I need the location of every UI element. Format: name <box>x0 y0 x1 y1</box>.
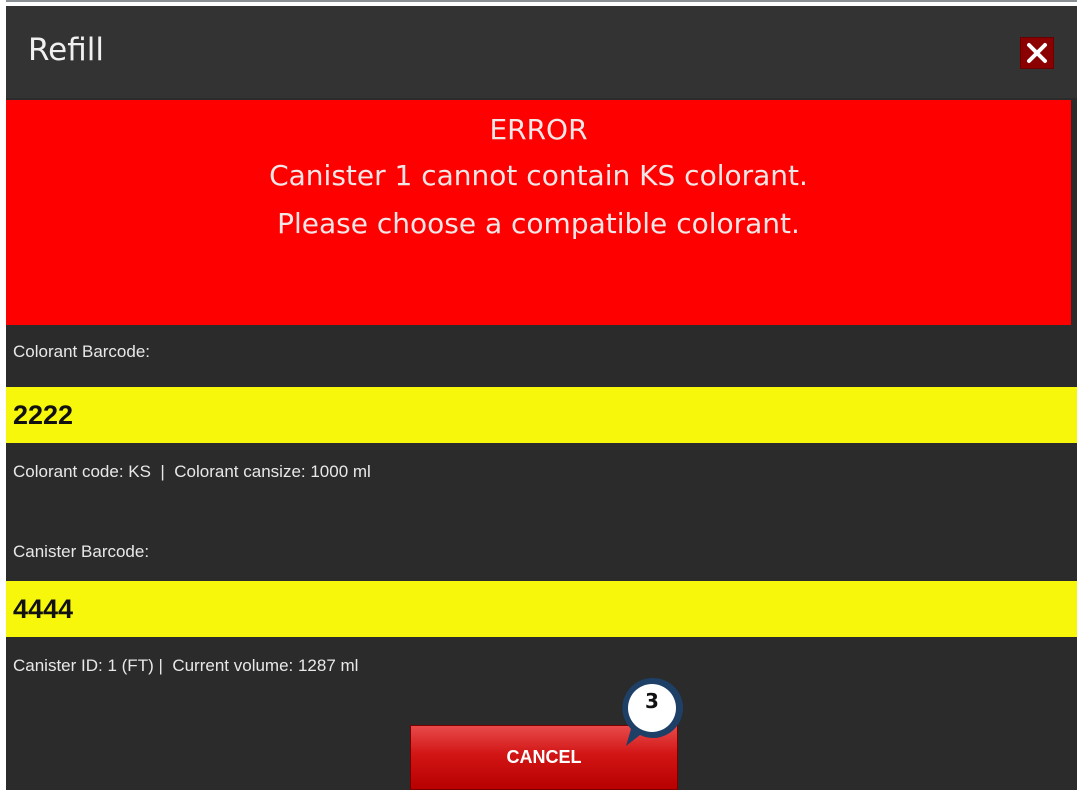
canister-barcode-input[interactable]: 4444 <box>6 581 1077 637</box>
error-message-line1: Canister 1 cannot contain KS colorant. <box>269 159 808 192</box>
dialog-title: Refill <box>28 32 104 68</box>
canister-barcode-label: Canister Barcode: <box>13 542 150 561</box>
close-button[interactable] <box>1020 37 1054 69</box>
dialog-titlebar: Refill <box>6 6 1077 98</box>
error-heading: ERROR <box>489 113 588 146</box>
error-banner: ERROR Canister 1 cannot contain KS color… <box>6 100 1071 325</box>
colorant-barcode-label: Colorant Barcode: <box>13 342 151 361</box>
error-message-line2: Please choose a compatible colorant. <box>277 207 800 240</box>
colorant-info: Colorant code: KS | Colorant cansize: 10… <box>13 462 371 481</box>
close-icon <box>1027 43 1047 63</box>
callout-number: 3 <box>645 689 659 713</box>
canister-info: Canister ID: 1 (FT) | Current volume: 12… <box>13 656 359 675</box>
colorant-barcode-input[interactable]: 2222 <box>6 387 1077 443</box>
step-callout: 3 <box>618 674 690 750</box>
